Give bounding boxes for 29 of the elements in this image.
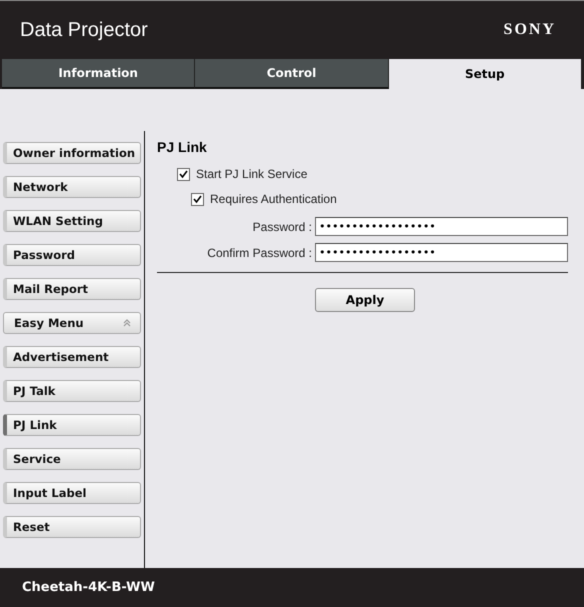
sidebar-item[interactable]: Service <box>3 448 141 470</box>
sidebar-item[interactable]: Mail Report <box>3 278 141 300</box>
section-title: PJ Link <box>157 139 208 155</box>
sidebar-item[interactable]: Owner information <box>3 142 141 164</box>
sidebar-item[interactable]: PJ Link <box>3 414 141 436</box>
sidebar-item[interactable]: Advertisement <box>3 346 141 368</box>
checkbox[interactable] <box>191 192 204 206</box>
field-label: Password : <box>252 220 313 234</box>
sidebar-item[interactable]: PJ Talk <box>3 380 141 402</box>
checkbox-label: Start PJ Link Service <box>196 167 308 181</box>
sidebar-item[interactable]: Input Label <box>3 482 141 504</box>
sidebar-item[interactable]: Password <box>3 244 141 266</box>
brand-logo: SONY <box>504 21 556 39</box>
apply-button[interactable]: Apply <box>315 288 415 312</box>
sidebar-item[interactable]: Easy Menu <box>3 312 141 334</box>
tab[interactable]: Information <box>2 59 196 89</box>
checkbox[interactable] <box>177 168 190 180</box>
sidebar-item[interactable]: Network <box>3 176 141 198</box>
app-title: Data Projector <box>20 18 148 42</box>
sidebar-item[interactable]: Reset <box>3 516 141 538</box>
tab[interactable]: Setup <box>388 59 582 89</box>
sidebar-item[interactable]: WLAN Setting <box>3 210 141 232</box>
model-name: Cheetah-4K-B-WW <box>22 580 155 595</box>
field-label: Confirm Password : <box>206 246 313 260</box>
tab[interactable]: Control <box>195 59 389 89</box>
checkbox-label: Requires Authentication <box>210 192 337 206</box>
password-field[interactable]: •••••••••••••••••• <box>315 243 568 262</box>
password-field[interactable]: •••••••••••••••••• <box>315 217 568 236</box>
chevron-up-icon <box>122 318 132 328</box>
